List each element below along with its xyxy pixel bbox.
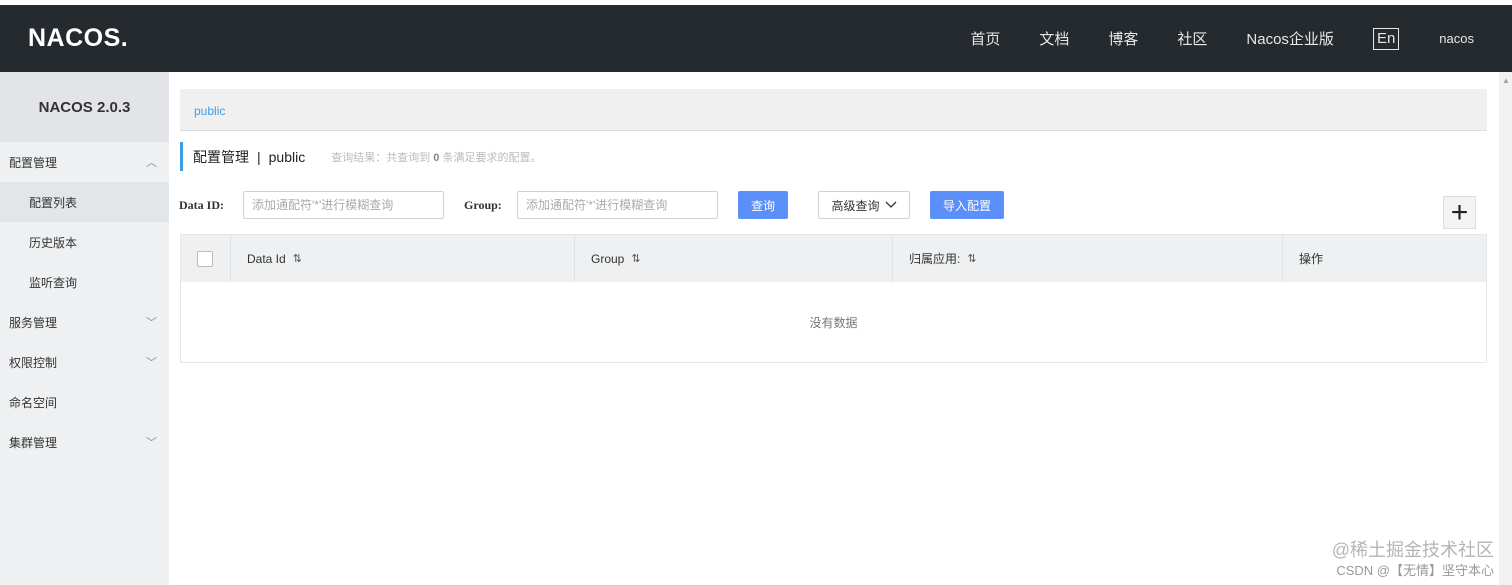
sidebar-group-label: 服务管理 [9,315,58,330]
language-switch[interactable]: En [1372,27,1400,50]
watermark-line-2: CSDN @【无情】坚守本心 [1336,563,1494,578]
chevron-down-icon: ﹀ [146,437,157,449]
nacos-logo[interactable]: NACOS. [28,24,128,53]
sidebar: NACOS 2.0.3 配置管理 ︿ 配置列表 历史版本 监听查询 服务管理 ﹀… [0,72,169,585]
chevron-down-icon: ﹀ [146,317,157,329]
sidebar-group-service[interactable]: 服务管理 ﹀ [0,302,169,342]
group-input[interactable] [517,191,718,219]
chevron-down-icon: ﹀ [146,357,157,369]
table-header: Data Id ⇅ Group ⇅ 归属应用: ⇅ 操作 [181,235,1486,282]
chevron-up-icon: ︿ [146,157,157,169]
chevron-down-icon [885,201,896,208]
sidebar-group-config[interactable]: 配置管理 ︿ [0,142,169,182]
title-separator: | [257,148,261,165]
sidebar-group-cluster[interactable]: 集群管理 ﹀ [0,422,169,462]
data-id-input[interactable] [243,191,444,219]
select-all-checkbox[interactable] [197,250,213,267]
nav-home[interactable]: 首页 [970,28,1000,49]
namespace-bar: public [180,89,1487,131]
result-prefix: 查询结果：共查询到 [331,151,431,164]
sidebar-item-config-list[interactable]: 配置列表 [0,182,169,222]
group-label: Group: [464,198,502,212]
column-data-id[interactable]: Data Id ⇅ [231,235,575,282]
sidebar-item-listener[interactable]: 监听查询 [0,262,169,302]
title-namespace: public [268,148,306,165]
nav-community[interactable]: 社区 [1177,28,1207,49]
main-content: public 配置管理 | public 查询结果：共查询到 0 条满足要求的配… [169,72,1512,585]
sidebar-item-history[interactable]: 历史版本 [0,222,169,262]
query-result-summary: 查询结果：共查询到 0 条满足要求的配置。 [331,149,541,165]
sort-icon[interactable]: ⇅ [631,252,640,265]
column-label: 归属应用: [909,252,961,266]
sidebar-group-label: 权限控制 [9,355,58,370]
sidebar-group-label: 集群管理 [9,435,58,450]
column-label: 操作 [1299,252,1324,266]
page-title-text: 配置管理 [193,148,249,165]
sidebar-group-auth[interactable]: 权限控制 ﹀ [0,342,169,382]
column-actions: 操作 [1283,235,1486,282]
column-app[interactable]: 归属应用: ⇅ [893,235,1283,282]
watermark: @稀土掘金技术社区 CSDN @【无情】坚守本心 [1332,536,1494,579]
nav-blog[interactable]: 博客 [1108,28,1138,49]
nav-docs[interactable]: 文档 [1039,28,1069,49]
page-scrollbar[interactable]: ▲ [1499,72,1512,585]
column-group[interactable]: Group ⇅ [575,235,893,282]
watermark-line-1: @稀土掘金技术社区 [1331,540,1494,560]
sidebar-item-label: 配置列表 [29,195,78,210]
sidebar-group-label: 命名空间 [9,395,58,410]
add-config-button[interactable]: + [1443,196,1476,229]
result-suffix: 条满足要求的配置。 [442,151,542,164]
header-select-all [181,235,231,282]
nav-enterprise[interactable]: Nacos企业版 [1246,28,1334,49]
config-table: Data Id ⇅ Group ⇅ 归属应用: ⇅ 操作 没有数据 [180,234,1487,363]
query-button[interactable]: 查询 [738,191,788,219]
page-title: 配置管理 | public 查询结果：共查询到 0 条满足要求的配置。 [180,142,541,171]
data-id-label: Data ID: [179,198,224,212]
sidebar-item-label: 历史版本 [29,235,78,250]
table-empty-state: 没有数据 [809,316,858,330]
column-label: Data Id [247,251,286,266]
sort-icon[interactable]: ⇅ [293,252,302,265]
scroll-up-icon[interactable]: ▲ [1502,76,1510,85]
namespace-link-public[interactable]: public [194,104,225,118]
top-navbar: NACOS. 首页 文档 博客 社区 Nacos企业版 En nacos [0,5,1512,72]
sidebar-item-label: 监听查询 [29,275,78,290]
user-menu[interactable]: nacos [1439,31,1474,46]
sidebar-group-namespace[interactable]: 命名空间 [0,382,169,422]
top-nav: 首页 文档 博客 社区 Nacos企业版 En nacos [970,5,1512,72]
advanced-query-label: 高级查询 [831,198,880,213]
sidebar-group-label: 配置管理 [9,155,58,170]
import-config-button[interactable]: 导入配置 [930,191,1004,219]
advanced-query-button[interactable]: 高级查询 [818,191,910,219]
result-count: 0 [433,151,440,164]
version-title: NACOS 2.0.3 [0,72,169,142]
sort-icon[interactable]: ⇅ [967,252,976,265]
column-label: Group [591,251,625,266]
